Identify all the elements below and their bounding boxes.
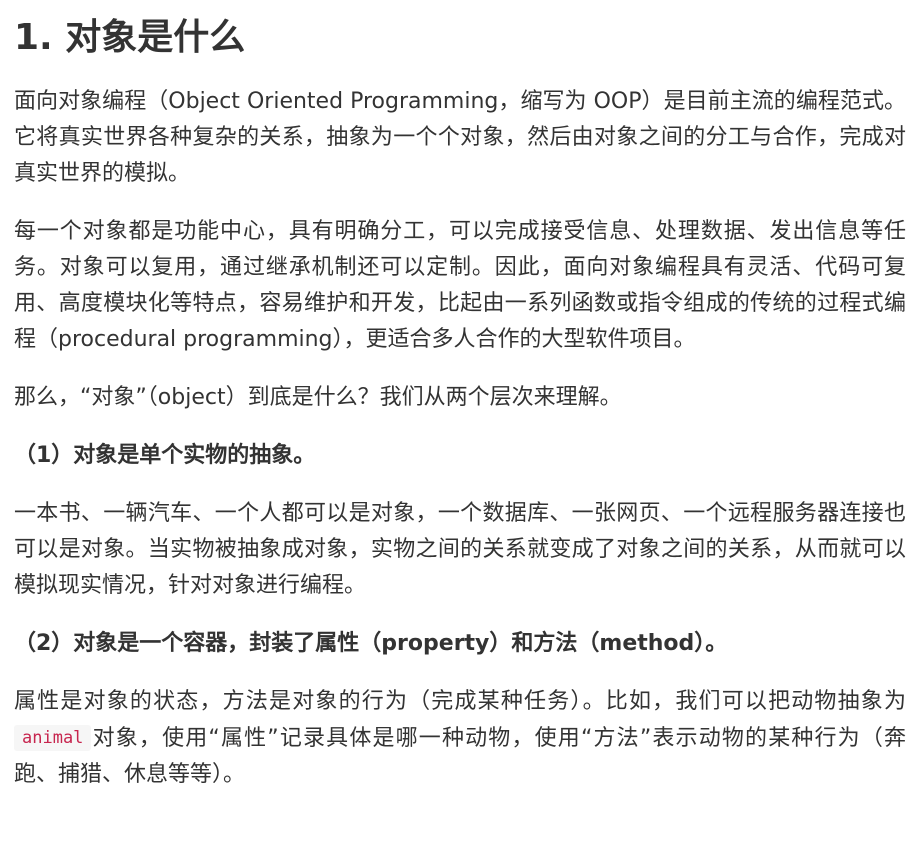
paragraph-object-features: 每一个对象都是功能中心，具有明确分工，可以完成接受信息、处理数据、发出信息等任务… xyxy=(14,219,906,352)
article: 1. 对象是什么 面向对象编程（Object Oriented Programm… xyxy=(14,12,906,815)
subheading-container: （2）对象是一个容器，封装了属性（property）和方法（method）。 xyxy=(14,631,728,656)
inline-code-animal: animal xyxy=(14,725,92,751)
paragraph-text-after: 对象，使用“属性”记录具体是哪一种动物，使用“方法”表示动物的某种行为（奔跑、捕… xyxy=(14,726,906,787)
subheading-abstraction: （1）对象是单个实物的抽象。 xyxy=(14,443,316,468)
paragraph-object-question: 那么，“对象”（object）到底是什么？我们从两个层次来理解。 xyxy=(14,385,622,410)
paragraph-abstraction-examples: 一本书、一辆汽车、一个人都可以是对象，一个数据库、一张网页、一个远程服务器连接也… xyxy=(14,501,906,598)
paragraph-properties-methods: 属性是对象的状态，方法是对象的行为（完成某种任务）。比如，我们可以把动物抽象为 a… xyxy=(14,684,906,793)
section-heading: 1. 对象是什么 xyxy=(14,17,246,58)
paragraph-oop-intro: 面向对象编程（Object Oriented Programming，缩写为 O… xyxy=(14,89,906,186)
paragraph-text-before: 属性是对象的状态，方法是对象的行为（完成某种任务）。比如，我们可以把动物抽象为 xyxy=(14,689,906,714)
